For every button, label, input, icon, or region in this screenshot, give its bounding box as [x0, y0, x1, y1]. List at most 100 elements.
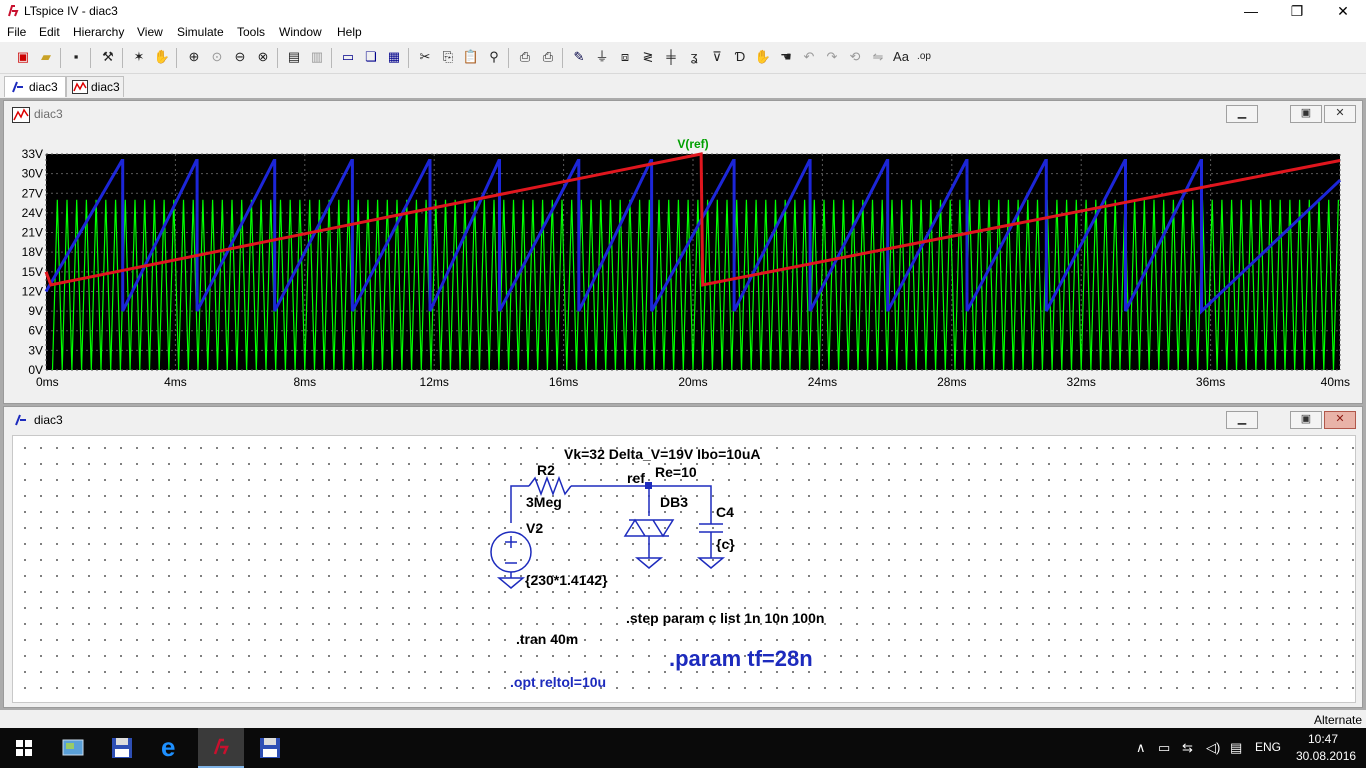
find-icon[interactable]: ⚲ — [485, 48, 503, 66]
x-tick-label: 20ms — [678, 375, 707, 389]
inductor-icon[interactable]: ʓ — [685, 48, 703, 66]
new-schematic-icon[interactable]: ▣ — [14, 48, 32, 66]
opt-directive[interactable]: .opt reltol=10u — [510, 674, 606, 690]
battery-icon[interactable]: ▭ — [1158, 740, 1170, 756]
menu-view[interactable]: View — [137, 25, 163, 39]
trace-label-vref[interactable]: V(ref) — [677, 137, 708, 151]
move-icon[interactable]: ✋ — [754, 48, 772, 66]
r2-name-label[interactable]: R2 — [537, 462, 555, 478]
notifications-icon[interactable]: ▤ — [1230, 740, 1242, 756]
taskbar-floppy-2[interactable] — [246, 728, 292, 768]
minimize-window-button[interactable]: ▁ — [1226, 411, 1258, 429]
maximize-window-button[interactable]: ▣ — [1290, 411, 1322, 429]
x-tick-label: 16ms — [549, 375, 578, 389]
close-window-button[interactable]: ✕ — [1324, 411, 1356, 429]
toolbar: ▣ ▰ ▪ ⚒ ✶ ✋ ⊕ ⊙ ⊖ ⊗ ▤ ▥ ▭ ❏ ▦ ✂ ⎘ 📋 ⚲ ⎙ … — [0, 43, 1366, 74]
close-window-button[interactable]: ✕ — [1324, 105, 1356, 123]
print-setup-icon[interactable]: ⎙ — [516, 48, 534, 66]
diode-icon[interactable]: ⊽ — [708, 48, 726, 66]
diac-parameters[interactable]: Vk=32 Delta_V=19V Ibo=10uA — [564, 446, 761, 462]
schematic-canvas[interactable]: Vk=32 Delta_V=19V Ibo=10uA R2 3Meg ref R… — [12, 435, 1356, 703]
copy-icon[interactable]: ⎘ — [439, 48, 457, 66]
pan-icon[interactable]: ⊙ — [208, 48, 226, 66]
menu-edit[interactable]: Edit — [39, 25, 60, 39]
zoom-fit-icon[interactable]: ⊗ — [254, 48, 272, 66]
open-icon[interactable]: ▰ — [37, 48, 55, 66]
tab-label: diac3 — [91, 80, 120, 94]
mirror-icon[interactable]: ⇋ — [869, 48, 887, 66]
menu-hierarchy[interactable]: Hierarchy — [73, 25, 124, 39]
halt-icon[interactable]: ✋ — [153, 48, 171, 66]
net-label-ref[interactable]: ref — [627, 470, 645, 486]
redo-icon[interactable]: ↷ — [823, 48, 841, 66]
cascade-icon[interactable]: ❏ — [362, 48, 380, 66]
c4-name-label[interactable]: C4 — [716, 504, 734, 520]
label-net-icon[interactable]: ⧈ — [616, 48, 634, 66]
taskbar-ltspice[interactable] — [198, 728, 244, 768]
undo-icon[interactable]: ↶ — [800, 48, 818, 66]
maximize-window-button[interactable]: ▣ — [1290, 105, 1322, 123]
y-tick-label: 18V — [22, 245, 43, 259]
v2-value-label[interactable]: {230*1.4142} — [525, 572, 608, 588]
ground-icon[interactable]: ⏚ — [593, 48, 611, 66]
drag-icon[interactable]: ☚ — [777, 48, 795, 66]
menu-simulate[interactable]: Simulate — [177, 25, 224, 39]
start-button[interactable] — [0, 728, 46, 768]
wire-icon[interactable]: ✎ — [570, 48, 588, 66]
db3-name-label[interactable]: DB3 — [660, 494, 688, 510]
step-directive[interactable]: .step param c list 1n 10n 100n — [626, 610, 824, 626]
minimize-button[interactable]: — — [1228, 0, 1274, 22]
capacitor-icon[interactable]: ╪ — [662, 48, 680, 66]
clock-time[interactable]: 10:47 — [1308, 732, 1338, 746]
close-button[interactable]: ✕ — [1320, 0, 1366, 22]
tab-schematic[interactable]: diac3 — [4, 76, 66, 97]
tile-vertical-icon[interactable]: ▦ — [385, 48, 403, 66]
cut-icon[interactable]: ✂ — [416, 48, 434, 66]
x-tick-label: 28ms — [937, 375, 966, 389]
chevron-up-icon[interactable]: ∧ — [1136, 740, 1146, 756]
language-indicator[interactable]: ENG — [1255, 740, 1281, 754]
floppy-disk-icon — [112, 738, 132, 758]
menu-file[interactable]: File — [7, 25, 26, 39]
control-panel-icon[interactable]: ⚒ — [99, 48, 117, 66]
menu-help[interactable]: Help — [337, 25, 362, 39]
taskbar-edge[interactable]: e — [148, 728, 194, 768]
re-parameter-label[interactable]: Re=10 — [655, 464, 697, 480]
clock-date[interactable]: 30.08.2016 — [1296, 749, 1356, 763]
waveform-plot[interactable]: 0V3V6V9V12V15V18V21V24V27V30V33V 0ms 4ms 8… — [10, 132, 1356, 394]
menu-window[interactable]: Window — [279, 25, 322, 39]
r2-value-label[interactable]: 3Meg — [526, 494, 562, 510]
x-tick-label: 24ms — [808, 375, 837, 389]
tab-label: diac3 — [29, 80, 58, 94]
text-icon[interactable]: Aa — [892, 48, 910, 66]
menu-tools[interactable]: Tools — [237, 25, 265, 39]
taskbar-explorer[interactable] — [50, 728, 96, 768]
print-icon[interactable]: ⎙ — [539, 48, 557, 66]
rotate-icon[interactable]: ⟲ — [846, 48, 864, 66]
resistor-icon[interactable]: ≷ — [639, 48, 657, 66]
tran-directive[interactable]: .tran 40m — [516, 631, 578, 647]
waveform-icon — [12, 107, 30, 123]
pick-visible-icon[interactable]: ▥ — [308, 48, 326, 66]
taskbar-floppy-1[interactable] — [98, 728, 144, 768]
network-icon[interactable]: ⇆ — [1182, 740, 1193, 756]
save-icon[interactable]: ▪ — [67, 48, 85, 66]
minimize-window-button[interactable]: ▁ — [1226, 105, 1258, 123]
spice-directive-icon[interactable]: .op — [915, 48, 933, 66]
zoom-out-icon[interactable]: ⊖ — [231, 48, 249, 66]
ground-symbol — [634, 557, 664, 569]
c4-value-label[interactable]: {c} — [716, 536, 735, 552]
tab-waveform[interactable]: diac3 — [66, 76, 124, 97]
v2-name-label[interactable]: V2 — [526, 520, 543, 536]
run-icon[interactable]: ✶ — [130, 48, 148, 66]
autorange-icon[interactable]: ▤ — [285, 48, 303, 66]
component-icon[interactable]: Ɗ — [731, 48, 749, 66]
volume-icon[interactable]: ◁) — [1206, 740, 1220, 756]
restore-button[interactable]: ❐ — [1274, 0, 1320, 22]
mdi-area: diac3 ▁ ▣ ✕ 0V 3V 6V 9V 12V 15V 18V 21V 24V 27V 30… — [0, 98, 1366, 710]
paste-icon[interactable]: 📋 — [462, 48, 480, 66]
ground-symbol — [496, 572, 526, 589]
param-directive[interactable]: .param tf=28n — [669, 646, 813, 672]
tile-horizontal-icon[interactable]: ▭ — [339, 48, 357, 66]
zoom-in-icon[interactable]: ⊕ — [185, 48, 203, 66]
